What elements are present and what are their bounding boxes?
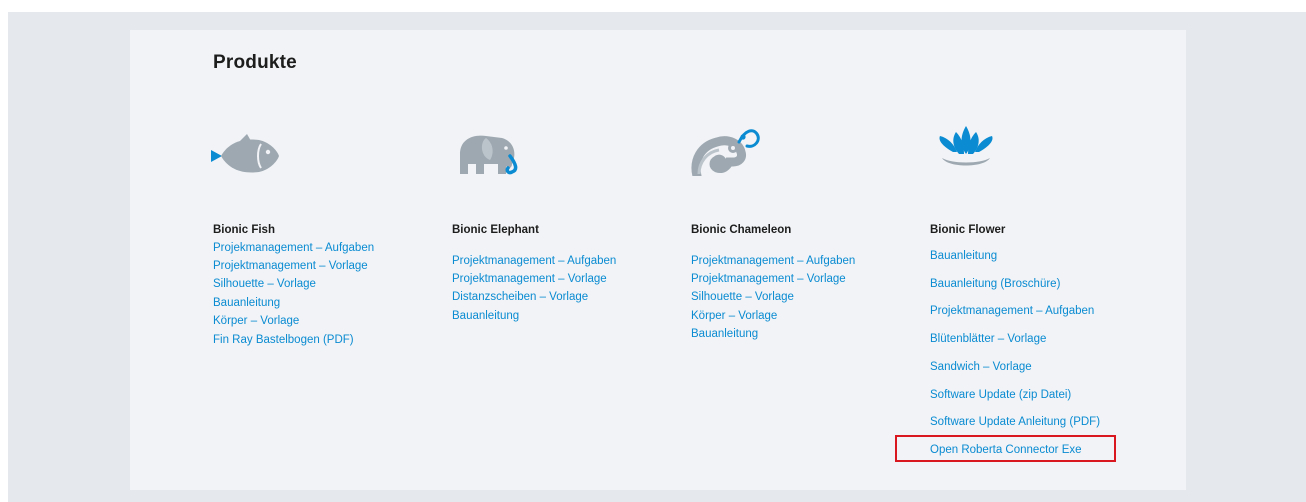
page-title: Produkte bbox=[213, 52, 297, 73]
product-name: Bionic Chameleon bbox=[691, 224, 792, 236]
link-sandwich-vorlage[interactable]: Sandwich – Vorlage bbox=[930, 354, 1032, 382]
link-bauanleitung[interactable]: Bauanleitung bbox=[930, 243, 997, 271]
product-name: Bionic Fish bbox=[213, 224, 275, 236]
link-bluetenblaetter-vorlage[interactable]: Blütenblätter – Vorlage bbox=[930, 326, 1046, 354]
product-extra-link-list: Fin Ray Bastelbogen (PDF) bbox=[213, 330, 354, 348]
link-silhouette-vorlage[interactable]: Silhouette – Vorlage bbox=[213, 276, 316, 292]
product-link-list: Projekmanagement – Aufgaben Projektmanag… bbox=[213, 238, 374, 329]
link-projektmanagement-vorlage[interactable]: Projektmanagement – Vorlage bbox=[452, 271, 607, 287]
link-projektmanagement-vorlage[interactable]: Projektmanagement – Vorlage bbox=[213, 258, 368, 274]
highlight-frame bbox=[895, 435, 1116, 462]
link-projekmanagement-aufgaben[interactable]: Projekmanagement – Aufgaben bbox=[213, 240, 374, 256]
link-software-update-anleitung[interactable]: Software Update Anleitung (PDF) bbox=[930, 409, 1100, 437]
link-bauanleitung-broschuere[interactable]: Bauanleitung (Broschüre) bbox=[930, 271, 1060, 299]
fish-icon bbox=[209, 116, 289, 176]
link-silhouette-vorlage[interactable]: Silhouette – Vorlage bbox=[691, 289, 794, 305]
products-panel: Produkte Bionic Fish Projekmanagement – … bbox=[130, 30, 1186, 490]
product-link-list: Projektmanagement – Aufgaben Projektmana… bbox=[452, 251, 616, 324]
link-software-update-zip[interactable]: Software Update (zip Datei) bbox=[930, 382, 1071, 410]
chameleon-icon bbox=[689, 116, 769, 176]
product-name: Bionic Flower bbox=[930, 224, 1006, 236]
product-link-list: Projektmanagement – Aufgaben Projektmana… bbox=[691, 251, 855, 342]
link-projektmanagement-aufgaben[interactable]: Projektmanagement – Aufgaben bbox=[452, 253, 616, 269]
link-koerper-vorlage[interactable]: Körper – Vorlage bbox=[213, 313, 299, 329]
lotus-flower-icon bbox=[926, 116, 1006, 176]
link-distanzscheiben-vorlage[interactable]: Distanzscheiben – Vorlage bbox=[452, 289, 588, 305]
link-koerper-vorlage[interactable]: Körper – Vorlage bbox=[691, 308, 777, 324]
link-fin-ray-bastelbogen[interactable]: Fin Ray Bastelbogen (PDF) bbox=[213, 332, 354, 348]
link-projektmanagement-aufgaben[interactable]: Projektmanagement – Aufgaben bbox=[691, 253, 855, 269]
link-bauanleitung[interactable]: Bauanleitung bbox=[691, 326, 758, 342]
product-name: Bionic Elephant bbox=[452, 224, 539, 236]
product-link-list: Bauanleitung Bauanleitung (Broschüre) Pr… bbox=[930, 243, 1100, 465]
link-projektmanagement-vorlage[interactable]: Projektmanagement – Vorlage bbox=[691, 271, 846, 287]
elephant-icon bbox=[450, 116, 530, 176]
link-projektmanagement-aufgaben[interactable]: Projektmanagement – Aufgaben bbox=[930, 298, 1094, 326]
link-bauanleitung[interactable]: Bauanleitung bbox=[452, 308, 519, 324]
link-bauanleitung[interactable]: Bauanleitung bbox=[213, 295, 280, 311]
